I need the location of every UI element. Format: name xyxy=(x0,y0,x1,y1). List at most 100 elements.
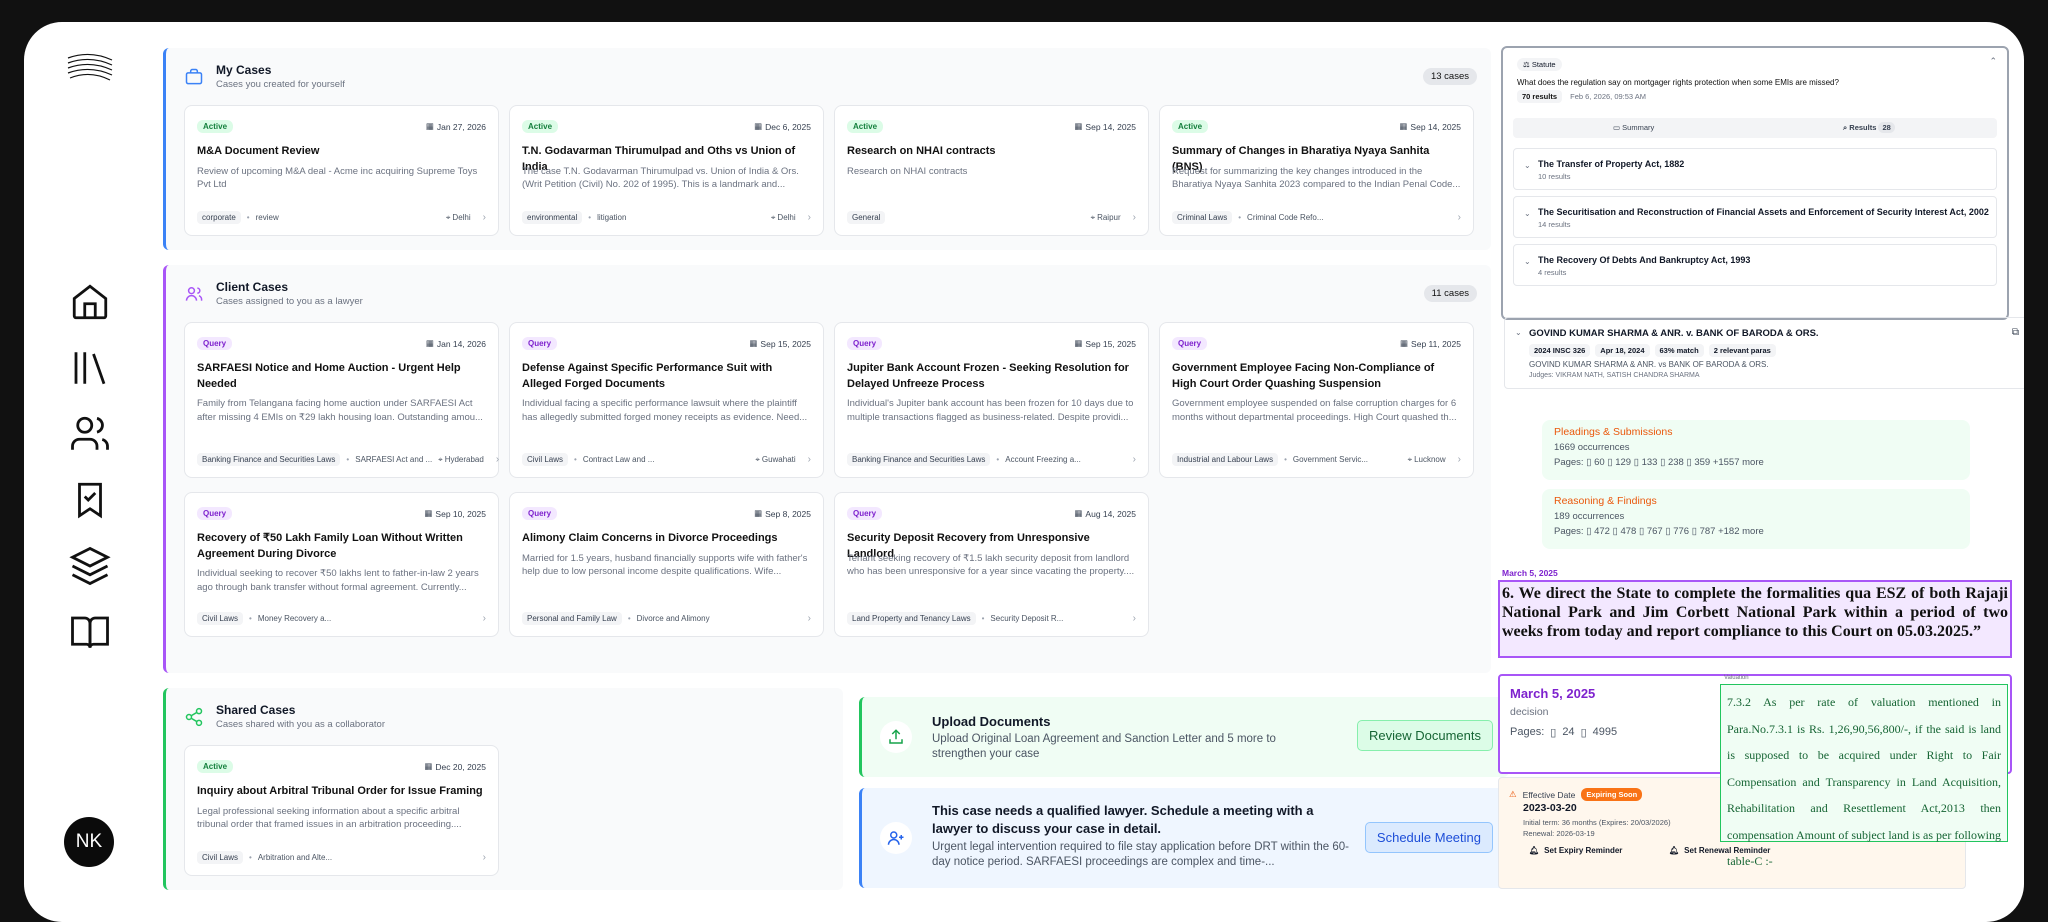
my-cases-section: My Cases Cases you created for yourself … xyxy=(163,48,1491,250)
case-date: ▦ Jan 27, 2026 xyxy=(425,121,486,132)
users-nav[interactable] xyxy=(66,410,114,458)
case-tag: Civil Laws xyxy=(197,612,244,625)
case-tag: environmental xyxy=(522,211,583,224)
chevron-down-icon[interactable]: ⌄ xyxy=(1524,209,1531,218)
renewal: Renewal: 2026-03-19 xyxy=(1523,829,1595,838)
case-card[interactable]: Query ▦ Sep 15, 2025 Jupiter Bank Account F… xyxy=(834,322,1149,478)
client-cases-section: Client Cases Cases assigned to you as a … xyxy=(163,265,1491,673)
case-tag: Government Servic... xyxy=(1292,455,1369,464)
tasks-nav[interactable] xyxy=(66,476,114,524)
case-date: ▦ Sep 15, 2025 xyxy=(1074,338,1136,349)
location: ⌖ Hyderabad xyxy=(438,454,484,465)
user-plus-icon xyxy=(880,822,912,854)
case-footer: Civil Laws • Money Recovery a... › xyxy=(197,612,486,625)
case-tag: corporate xyxy=(197,211,241,224)
case-title: Government Employee Facing Non-Complianc… xyxy=(1172,362,1435,390)
case-card[interactable]: Active ▦ Jan 27, 2026 M&A Document Review Re… xyxy=(184,105,499,236)
scale-icon: ⚖ xyxy=(1523,60,1532,69)
case-date: ▦ Dec 20, 2025 xyxy=(424,761,486,772)
case-tag: Security Deposit R... xyxy=(990,614,1064,623)
case-card[interactable]: Query ▦ Sep 15, 2025 Defense Against Specif… xyxy=(509,322,824,478)
chevron-down-icon[interactable]: ⌄ xyxy=(1524,161,1531,170)
schedule-meeting-button[interactable]: Schedule Meeting xyxy=(1364,822,1493,853)
chevron-right-icon: › xyxy=(1457,212,1461,223)
location: ⌖ Guwahati xyxy=(755,454,796,465)
location: ⌖ Delhi xyxy=(770,212,796,223)
layers-nav[interactable] xyxy=(66,542,114,590)
section-title: Shared Cases xyxy=(216,703,296,717)
occurrence-count: 189 occurrences xyxy=(1554,511,1625,522)
decision-pages: Pages: ▯ 24 ▯ 4995 xyxy=(1510,726,1618,739)
case-tag: Criminal Laws xyxy=(1172,211,1233,224)
case-card[interactable]: Query ▦ Sep 10, 2025 Recovery of ₹50 Lakh F… xyxy=(184,492,499,637)
occurrence-title: Reasoning & Findings xyxy=(1554,495,1657,507)
status-badge: Active xyxy=(522,120,559,133)
case-description: Request for summarizing the key changes … xyxy=(1172,165,1461,191)
external-link-icon[interactable]: ⧉ xyxy=(2012,327,2019,338)
calendar-icon: ▦ xyxy=(754,121,763,131)
chevron-down-icon[interactable]: ⌄ xyxy=(1524,257,1531,266)
statute-result-item[interactable]: ⌄ The Recovery Of Debts And Bankruptcy Ac… xyxy=(1513,244,1997,286)
occurrence-pages: Pages: ▯ 60 ▯ 129 ▯ 133 ▯ 238 ▯ 359 +155… xyxy=(1554,457,1764,468)
case-description: Family from Telangana facing home auctio… xyxy=(197,398,483,423)
case-card[interactable]: Active ▦ Sep 14, 2025 Summary of Changes in… xyxy=(1159,105,1474,236)
tab-results[interactable]: ⌕ Results 28 xyxy=(1843,122,1895,133)
case-title: Defense Against Specific Performance Sui… xyxy=(522,362,773,390)
home-nav[interactable] xyxy=(66,278,114,326)
judgment-badges: 2024 INSC 326 Apr 18, 2024 63% match 2 r… xyxy=(1529,344,1776,357)
status-badge: Query xyxy=(522,337,558,350)
section-subtitle: Cases assigned to you as a lawyer xyxy=(216,296,363,307)
statute-result-item[interactable]: ⌄ The Securitisation and Reconstruction o… xyxy=(1513,196,1997,238)
file-icon: ▯ xyxy=(1638,526,1645,537)
law-results: 4 results xyxy=(1538,268,1567,277)
case-card[interactable]: Active ▦ Sep 14, 2025 Research on NHAI cont… xyxy=(834,105,1149,236)
bookmark-check-icon xyxy=(78,482,102,519)
case-tag: General xyxy=(847,211,886,224)
case-card[interactable]: Query ▦ Sep 11, 2025 Government Employee Fa… xyxy=(1159,322,1474,478)
chevron-down-icon[interactable]: ⌄ xyxy=(1515,328,1522,337)
calendar-icon: ▦ xyxy=(425,121,434,131)
library-nav[interactable] xyxy=(66,344,114,392)
file-icon: ▯ xyxy=(1686,457,1692,468)
case-card[interactable]: Query ▦ Aug 14, 2025 Security Deposit Recov… xyxy=(834,492,1149,637)
case-card[interactable]: Query ▦ Jan 14, 2026 SARFAESI Notice and Ho… xyxy=(184,322,499,478)
review-documents-button[interactable]: Review Documents xyxy=(1357,720,1493,751)
set-expiry-reminder-button[interactable]: 🔔︎ Set Expiry Reminder xyxy=(1529,846,1622,855)
valuation-excerpt: 7.3.2 As per rate of valuation mentioned… xyxy=(1720,684,2008,868)
case-footer: environmental • litigation ⌖ Delhi › xyxy=(522,211,811,224)
upload-title: Upload Documents xyxy=(932,714,1051,729)
excerpt-date: March 5, 2025 xyxy=(1502,568,1558,578)
case-footer: Industrial and Labour Laws • Government Se… xyxy=(1172,453,1461,466)
case-card[interactable]: Query ▦ Sep 8, 2025 Alimony Claim Concerns … xyxy=(509,492,824,637)
users-icon xyxy=(71,416,109,450)
case-date: ▦ Sep 8, 2025 xyxy=(754,508,811,519)
calendar-icon: ▦ xyxy=(1074,121,1083,131)
tab-summary[interactable]: ▭ Summary xyxy=(1613,123,1654,132)
statute-result-item[interactable]: ⌄ The Transfer of Property Act, 1882 10 re… xyxy=(1513,148,1997,190)
case-card[interactable]: Active ▦ Dec 6, 2025 T.N. Godavarman Thirum… xyxy=(509,105,824,236)
section-subtitle: Cases shared with you as a collaborator xyxy=(216,719,385,730)
guide-nav[interactable] xyxy=(66,608,114,656)
calendar-icon: ▦ xyxy=(424,508,433,518)
case-description: Individual seeking to recover ₹50 lakhs … xyxy=(197,568,479,593)
user-avatar[interactable]: NK xyxy=(64,817,114,867)
collapse-icon[interactable]: ⌃ xyxy=(1989,56,1997,67)
case-title: Jupiter Bank Account Frozen - Seeking Re… xyxy=(847,362,1129,390)
judgment-judges: Judges: VIKRAM NATH, SATISH CHANDRA SHAR… xyxy=(1529,372,1700,379)
case-tag: SARFAESI Act and ... xyxy=(355,455,433,464)
highlighted-excerpt: 6. We direct the State to complete the f… xyxy=(1498,580,2012,658)
location: ⌖ Lucknow xyxy=(1407,454,1446,465)
calendar-icon: ▦ xyxy=(1399,121,1408,131)
shared-cases-section: Shared Cases Cases shared with you as a … xyxy=(163,688,843,890)
judgment-card[interactable]: ⌄ GOVIND KUMAR SHARMA & ANR. v. BANK OF … xyxy=(1504,317,2024,389)
status-badge: Query xyxy=(197,507,233,520)
case-tag: Land Property and Tenancy Laws xyxy=(847,612,976,625)
statute-question: What does the regulation say on mortgage… xyxy=(1517,78,1839,87)
app-logo[interactable] xyxy=(66,52,114,86)
library-icon xyxy=(74,352,106,385)
status-badge: Query xyxy=(1172,337,1208,350)
occurrence-count: 1669 occurrences xyxy=(1554,442,1630,453)
case-tag: Contract Law and ... xyxy=(582,455,655,464)
case-card[interactable]: Active ▦ Dec 20, 2025 Inquiry about Arbitra… xyxy=(184,745,499,876)
case-date: ▦ Sep 14, 2025 xyxy=(1399,121,1461,132)
